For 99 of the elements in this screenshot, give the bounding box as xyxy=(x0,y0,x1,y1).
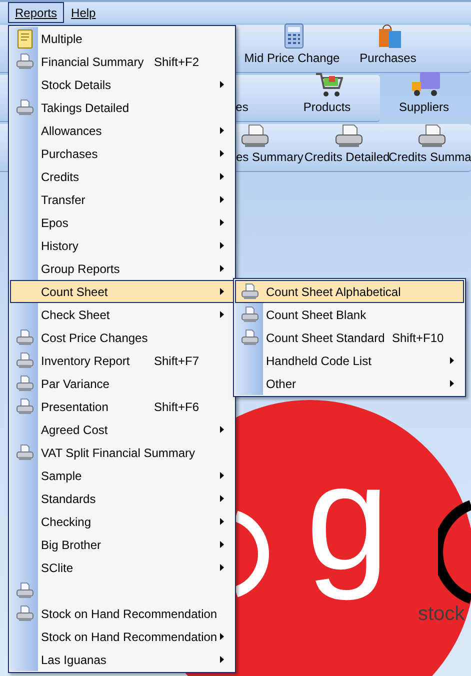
menu-item-label: Transfer xyxy=(41,192,86,208)
menu-item[interactable]: Other xyxy=(235,372,464,395)
menu-item[interactable]: Purchases xyxy=(10,142,234,165)
printer-icon xyxy=(241,306,259,323)
menu-item[interactable]: Count Sheet Alphabetical xyxy=(235,280,464,303)
menu-item-label: Purchases xyxy=(41,146,98,162)
menu-item[interactable]: Group Reports xyxy=(10,257,234,280)
menu-bar-item[interactable]: Reports xyxy=(8,2,64,23)
logo-letter: g xyxy=(306,432,390,603)
menu-item[interactable]: Handheld Code List xyxy=(235,349,464,372)
menu-item-label: Checking xyxy=(41,514,92,530)
menu-item[interactable]: Stock Details xyxy=(10,73,234,96)
printer-icon xyxy=(16,375,34,392)
notebook-icon xyxy=(17,28,33,48)
menu-item[interactable]: Count Sheet Blank xyxy=(235,303,464,326)
menu-item[interactable]: SClite xyxy=(10,556,234,579)
shortcut-label: Shift+F10 xyxy=(392,330,445,346)
menu-item[interactable]: Stock on Hand Recommendation xyxy=(10,602,234,625)
menu-item-label: Par Variance xyxy=(41,376,110,392)
menu-item-label: Agreed Cost xyxy=(41,422,108,438)
menu-item[interactable]: Multiple xyxy=(10,27,234,50)
menu-item[interactable]: Sample xyxy=(10,464,234,487)
menu-item[interactable]: Allowances xyxy=(10,119,234,142)
menu-item-label: Stock on Hand Recommendation xyxy=(41,628,218,646)
shopping-cart-icon xyxy=(315,72,343,98)
menu-item[interactable]: Standards xyxy=(10,487,234,510)
menu-item[interactable]: VAT Split Financial Summary xyxy=(10,441,234,464)
menu-item-label: Sample xyxy=(41,468,82,484)
printer-icon xyxy=(16,605,34,622)
toolbar-button[interactable]: Credits Detailed xyxy=(304,124,390,171)
menu-item[interactable]: Par Variance xyxy=(10,372,234,395)
printer-icon xyxy=(16,329,34,346)
menu-item-label: Handheld Code List xyxy=(266,352,372,370)
menu-item-label: Multiple xyxy=(41,30,82,48)
menu-item-label: VAT Split Financial Summary xyxy=(41,444,196,462)
menu-item-label: Count Sheet xyxy=(41,284,108,300)
menu-item-label: Group Reports xyxy=(41,260,120,278)
menu-item-label: History xyxy=(41,238,78,254)
menu-item-label: Allowances xyxy=(41,122,102,140)
menu-item[interactable]: History xyxy=(10,234,234,257)
menu-item-label: Other xyxy=(266,376,296,392)
menu-item[interactable]: Check Sheet xyxy=(10,303,234,326)
menu-item-label: SClite xyxy=(41,560,74,576)
menu-item[interactable]: Checking xyxy=(10,510,234,533)
menu-item-label: Inventory Report xyxy=(41,352,130,370)
menu-item-label: Big Brother xyxy=(41,536,102,554)
menu-item[interactable]: Epos xyxy=(10,211,234,234)
menu-item[interactable]: Big Brother xyxy=(10,533,234,556)
menu-item-label: Count Sheet Blank xyxy=(266,306,366,324)
menu-item-label: Count Sheet Standard xyxy=(266,330,385,346)
menu-item-label: Stock on Hand Recommendation xyxy=(41,606,218,622)
printer-icon xyxy=(16,99,34,116)
menu-item[interactable]: Count Sheet Standard Shift+F10 xyxy=(235,326,464,349)
menu-item[interactable]: Count Sheet xyxy=(10,280,234,303)
toolbar-button[interactable]: Suppliers xyxy=(384,70,464,121)
shortcut-label: Shift+F6 xyxy=(154,398,200,416)
menu-item-label: Presentation xyxy=(41,398,108,416)
toolbar-button[interactable]: Credits Summa xyxy=(390,124,470,171)
menu-item-label: Count Sheet Alphabetical xyxy=(266,284,401,300)
menu-item[interactable]: Credits xyxy=(10,165,234,188)
menu-item[interactable]: Inventory Report Shift+F7 xyxy=(10,349,234,372)
printer-icon xyxy=(16,53,34,70)
menu-item-label: Check Sheet xyxy=(41,306,110,324)
toolbar-button[interactable]: Purchases xyxy=(342,21,434,72)
menu-item-label: Cost Price Changes xyxy=(41,330,148,346)
shortcut-label: Shift+F7 xyxy=(154,352,200,370)
menu-item[interactable]: Presentation Shift+F6 xyxy=(10,395,234,418)
menu-item-label: Standards xyxy=(41,490,96,508)
menu-item[interactable]: Takings Detailed xyxy=(10,96,234,119)
menu-item[interactable]: Agreed Cost xyxy=(10,418,234,441)
calculator-icon xyxy=(284,23,304,49)
printer-icon xyxy=(240,124,270,148)
menu-item[interactable]: Transfer xyxy=(10,188,234,211)
menu-item[interactable]: Financial Summary Shift+F2 xyxy=(10,50,234,73)
toolbar-button[interactable]: Mid Price Change xyxy=(244,23,340,72)
menu-item-label: Credits xyxy=(41,168,80,186)
menu-item-label: Takings Detailed xyxy=(41,100,130,116)
truck-icon xyxy=(410,70,442,98)
toolbar-button[interactable]: es xyxy=(236,98,248,121)
menu-item-label: Epos xyxy=(41,214,68,232)
printer-icon xyxy=(334,124,364,148)
menu-item-label: Stock Details xyxy=(41,76,112,94)
printer-icon xyxy=(241,329,259,346)
printer-icon xyxy=(16,352,34,369)
menu-bar-item[interactable]: Help xyxy=(64,2,103,23)
menu-item[interactable]: Cost Price Changes xyxy=(10,326,234,349)
printer-icon xyxy=(16,444,34,461)
printer-icon xyxy=(16,582,34,599)
printer-icon xyxy=(241,283,259,300)
shortcut-label: Shift+F2 xyxy=(154,54,200,70)
menu-item[interactable]: Las Iguanas xyxy=(10,648,234,671)
toolbar-button[interactable]: es Summary xyxy=(236,124,304,171)
logo-tagline: stock xyxy=(418,604,465,624)
printer-icon xyxy=(417,124,447,148)
menu-item-label: Financial Summary xyxy=(41,54,144,70)
printer-icon xyxy=(16,398,34,415)
menu-item-label: Las Iguanas xyxy=(41,652,106,668)
menu-item[interactable]: Stock on Hand Recommendation xyxy=(10,625,234,648)
toolbar-button[interactable]: Products xyxy=(288,72,366,121)
